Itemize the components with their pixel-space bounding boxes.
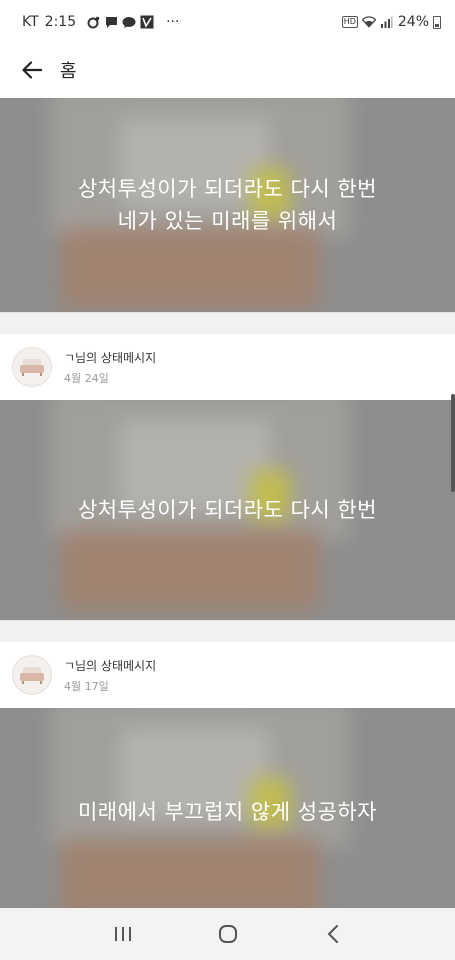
battery-icon bbox=[433, 15, 441, 29]
post-divider bbox=[0, 312, 455, 334]
nav-back-button[interactable] bbox=[313, 914, 353, 954]
avatar[interactable] bbox=[12, 655, 52, 695]
post-title: ㄱ님의 상태메시지 bbox=[64, 658, 157, 673]
status-bar: KT 2:15 ··· HD 24% bbox=[0, 0, 455, 44]
post-header[interactable]: ㄱ님의 상태메시지 4월 24일 bbox=[0, 334, 455, 400]
battery-percent: 24% bbox=[397, 14, 429, 30]
recents-icon bbox=[114, 927, 131, 941]
status-message-text: 상처투성이가 되더라도 다시 한번 네가 있는 미래를 위해서 bbox=[77, 177, 377, 233]
post-divider bbox=[0, 620, 455, 642]
app-badge-icon bbox=[140, 15, 154, 29]
carrier-label: KT bbox=[22, 14, 39, 30]
arrow-left-icon bbox=[22, 61, 42, 79]
system-nav-bar bbox=[0, 908, 455, 960]
notification-app-icon bbox=[86, 15, 100, 29]
post-meta: ㄱ님의 상태메시지 4월 24일 bbox=[64, 349, 156, 386]
status-image[interactable]: 미래에서 부끄럽지 않게 성공하자 bbox=[0, 708, 455, 908]
avatar[interactable] bbox=[12, 347, 52, 387]
message-icon bbox=[104, 15, 118, 29]
post-date: 4월 24일 bbox=[64, 371, 109, 385]
page-title: 홈 bbox=[60, 61, 77, 82]
status-right: HD 24% bbox=[341, 14, 441, 30]
wifi-icon bbox=[361, 15, 376, 29]
home-button[interactable] bbox=[208, 914, 248, 954]
home-icon bbox=[218, 925, 237, 943]
app-bar: 홈 bbox=[0, 44, 455, 96]
recents-button[interactable] bbox=[103, 914, 143, 954]
notification-icons: ··· bbox=[86, 14, 179, 30]
hd-badge: HD bbox=[341, 16, 358, 28]
post-title: ㄱ님의 상태메시지 bbox=[64, 350, 157, 365]
status-feed[interactable]: 상처투성이가 되더라도 다시 한번 네가 있는 미래를 위해서 ㄱ님의 상태메시… bbox=[0, 98, 455, 908]
status-message-text: 상처투성이가 되더라도 다시 한번 bbox=[77, 498, 377, 522]
scrollbar-handle[interactable] bbox=[451, 394, 455, 492]
post-header[interactable]: ㄱ님의 상태메시지 4월 17일 bbox=[0, 642, 455, 708]
status-message-text: 미래에서 부끄럽지 않게 성공하자 bbox=[77, 800, 377, 824]
status-image[interactable]: 상처투성이가 되더라도 다시 한번 bbox=[0, 400, 455, 620]
signal-icon bbox=[380, 15, 394, 29]
chevron-left-icon bbox=[327, 925, 338, 943]
more-notifications-indicator: ··· bbox=[166, 14, 180, 30]
status-left: KT 2:15 ··· bbox=[22, 14, 179, 30]
profile-sofa-icon bbox=[20, 359, 44, 376]
clock: 2:15 bbox=[44, 14, 77, 30]
back-button[interactable] bbox=[18, 56, 46, 84]
post-date: 4월 17일 bbox=[64, 679, 109, 693]
post-meta: ㄱ님의 상태메시지 4월 17일 bbox=[64, 657, 156, 694]
status-image[interactable]: 상처투성이가 되더라도 다시 한번 네가 있는 미래를 위해서 bbox=[0, 98, 455, 312]
talk-icon bbox=[122, 15, 136, 29]
profile-sofa-icon bbox=[20, 667, 44, 684]
